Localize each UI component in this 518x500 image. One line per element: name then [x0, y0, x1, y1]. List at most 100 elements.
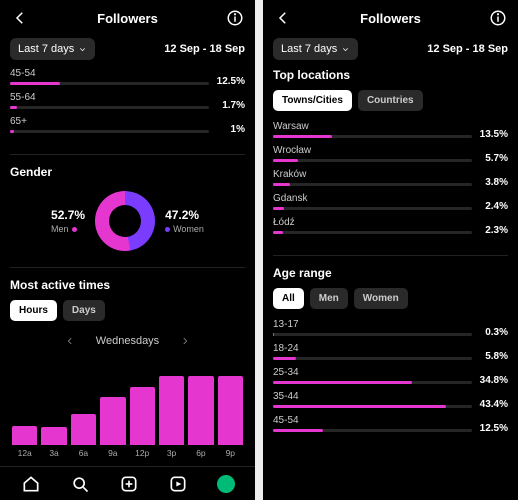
locations-tabs: Towns/Cities Countries — [273, 90, 508, 111]
dropdown-label: Last 7 days — [18, 43, 74, 55]
x-tick: 3p — [159, 448, 184, 458]
bar-label: 35-44 — [273, 391, 508, 402]
locations-section: Top locations Towns/Cities Countries Wars… — [273, 68, 508, 245]
gender-men-stat: 52.7% Men — [51, 208, 85, 234]
bottom-nav — [0, 466, 255, 500]
bar-track: 5.8% — [273, 357, 472, 360]
bar-track: 34.8% — [273, 381, 472, 384]
bar-percent: 5.8% — [485, 351, 508, 362]
home-icon[interactable] — [21, 474, 41, 494]
subheader: Last 7 days 12 Sep - 18 Sep — [0, 34, 255, 68]
bar-label: 13-17 — [273, 319, 508, 330]
tab-all[interactable]: All — [273, 288, 304, 309]
x-tick: 9a — [100, 448, 125, 458]
bar-label: 18-24 — [273, 343, 508, 354]
histogram-bar — [188, 376, 213, 445]
active-tabs: Hours Days — [10, 300, 245, 321]
men-color-dot — [72, 227, 77, 232]
prev-day-button[interactable] — [60, 331, 80, 351]
chevron-down-icon — [341, 45, 350, 54]
tab-days[interactable]: Days — [63, 300, 105, 321]
bar-row: 65+ 1% — [10, 116, 245, 133]
header: Followers — [0, 0, 255, 34]
x-tick: 6a — [71, 448, 96, 458]
bar-row: 45-54 12.5% — [10, 68, 245, 85]
histogram-bar — [71, 414, 96, 445]
bar-label: 45-54 — [273, 415, 508, 426]
bar-row: 55-64 1.7% — [10, 92, 245, 109]
day-label: Wednesdays — [96, 335, 159, 347]
next-day-button[interactable] — [175, 331, 195, 351]
bar-percent: 3.8% — [485, 177, 508, 188]
screen-right: Followers Last 7 days 12 Sep - 18 Sep To… — [263, 0, 518, 500]
bar-row: 18-24 5.8% — [273, 343, 508, 360]
tab-women[interactable]: Women — [354, 288, 408, 309]
age-title: Age range — [273, 266, 508, 280]
bar-row: Gdansk 2.4% — [273, 193, 508, 210]
bar-row: Warsaw 13.5% — [273, 121, 508, 138]
create-icon[interactable] — [119, 474, 139, 494]
date-range-text: 12 Sep - 18 Sep — [427, 43, 508, 55]
bar-percent: 12.5% — [217, 76, 245, 87]
bar-row: 45-54 12.5% — [273, 415, 508, 432]
bar-label: Kraków — [273, 169, 508, 180]
tab-towns-cities[interactable]: Towns/Cities — [273, 90, 352, 111]
bar-track: 43.4% — [273, 405, 472, 408]
search-icon[interactable] — [70, 474, 90, 494]
header: Followers — [263, 0, 518, 34]
gender-donut-chart — [95, 191, 155, 251]
histogram-x-axis: 12a3a6a9a12p3p6p9p — [10, 445, 245, 460]
histogram-bar — [159, 376, 184, 445]
date-range-dropdown[interactable]: Last 7 days — [273, 38, 358, 60]
bar-label: 55-64 — [10, 92, 245, 103]
histogram-bar — [100, 397, 125, 445]
bar-row: 13-17 0.3% — [273, 319, 508, 336]
bar-row: 25-34 34.8% — [273, 367, 508, 384]
bar-track: 12.5% — [273, 429, 472, 432]
bar-label: 65+ — [10, 116, 245, 127]
page-title: Followers — [293, 11, 488, 26]
bar-row: Kraków 3.8% — [273, 169, 508, 186]
back-icon[interactable] — [273, 8, 293, 28]
bar-percent: 43.4% — [480, 399, 508, 410]
page-title: Followers — [30, 11, 225, 26]
bar-percent: 2.4% — [485, 201, 508, 212]
subheader: Last 7 days 12 Sep - 18 Sep — [263, 34, 518, 68]
info-icon[interactable] — [225, 8, 245, 28]
tab-men[interactable]: Men — [310, 288, 348, 309]
reels-icon[interactable] — [168, 474, 188, 494]
bar-label: 45-54 — [10, 68, 245, 79]
back-icon[interactable] — [10, 8, 30, 28]
locations-title: Top locations — [273, 68, 508, 82]
age-tabs: All Men Women — [273, 288, 508, 309]
bar-track: 5.7% — [273, 159, 472, 162]
tab-countries[interactable]: Countries — [358, 90, 423, 111]
histogram-bar — [130, 387, 155, 445]
gender-title: Gender — [10, 165, 245, 179]
chevron-down-icon — [78, 45, 87, 54]
date-range-text: 12 Sep - 18 Sep — [164, 43, 245, 55]
bar-track: 1% — [10, 130, 209, 133]
bar-row: Łódź 2.3% — [273, 217, 508, 234]
bar-row: Wrocław 5.7% — [273, 145, 508, 162]
bar-percent: 2.3% — [485, 225, 508, 236]
active-times-section: Most active times HoursDays Wednesdays 1… — [10, 267, 245, 464]
bar-track: 2.4% — [273, 207, 472, 210]
bar-row: 35-44 43.4% — [273, 391, 508, 408]
bar-track: 0.3% — [273, 333, 472, 336]
bar-label: Wrocław — [273, 145, 508, 156]
tab-hours[interactable]: Hours — [10, 300, 57, 321]
info-icon[interactable] — [488, 8, 508, 28]
gender-women-stat: 47.2% Women — [165, 208, 204, 234]
bar-label: Warsaw — [273, 121, 508, 132]
bar-percent: 5.7% — [485, 153, 508, 164]
bar-percent: 1% — [231, 124, 245, 135]
x-tick: 3a — [41, 448, 66, 458]
profile-avatar[interactable] — [217, 475, 235, 493]
x-tick: 9p — [218, 448, 243, 458]
date-range-dropdown[interactable]: Last 7 days — [10, 38, 95, 60]
bar-track: 12.5% — [10, 82, 209, 85]
bar-percent: 12.5% — [480, 423, 508, 434]
bar-track: 1.7% — [10, 106, 209, 109]
bar-label: 25-34 — [273, 367, 508, 378]
